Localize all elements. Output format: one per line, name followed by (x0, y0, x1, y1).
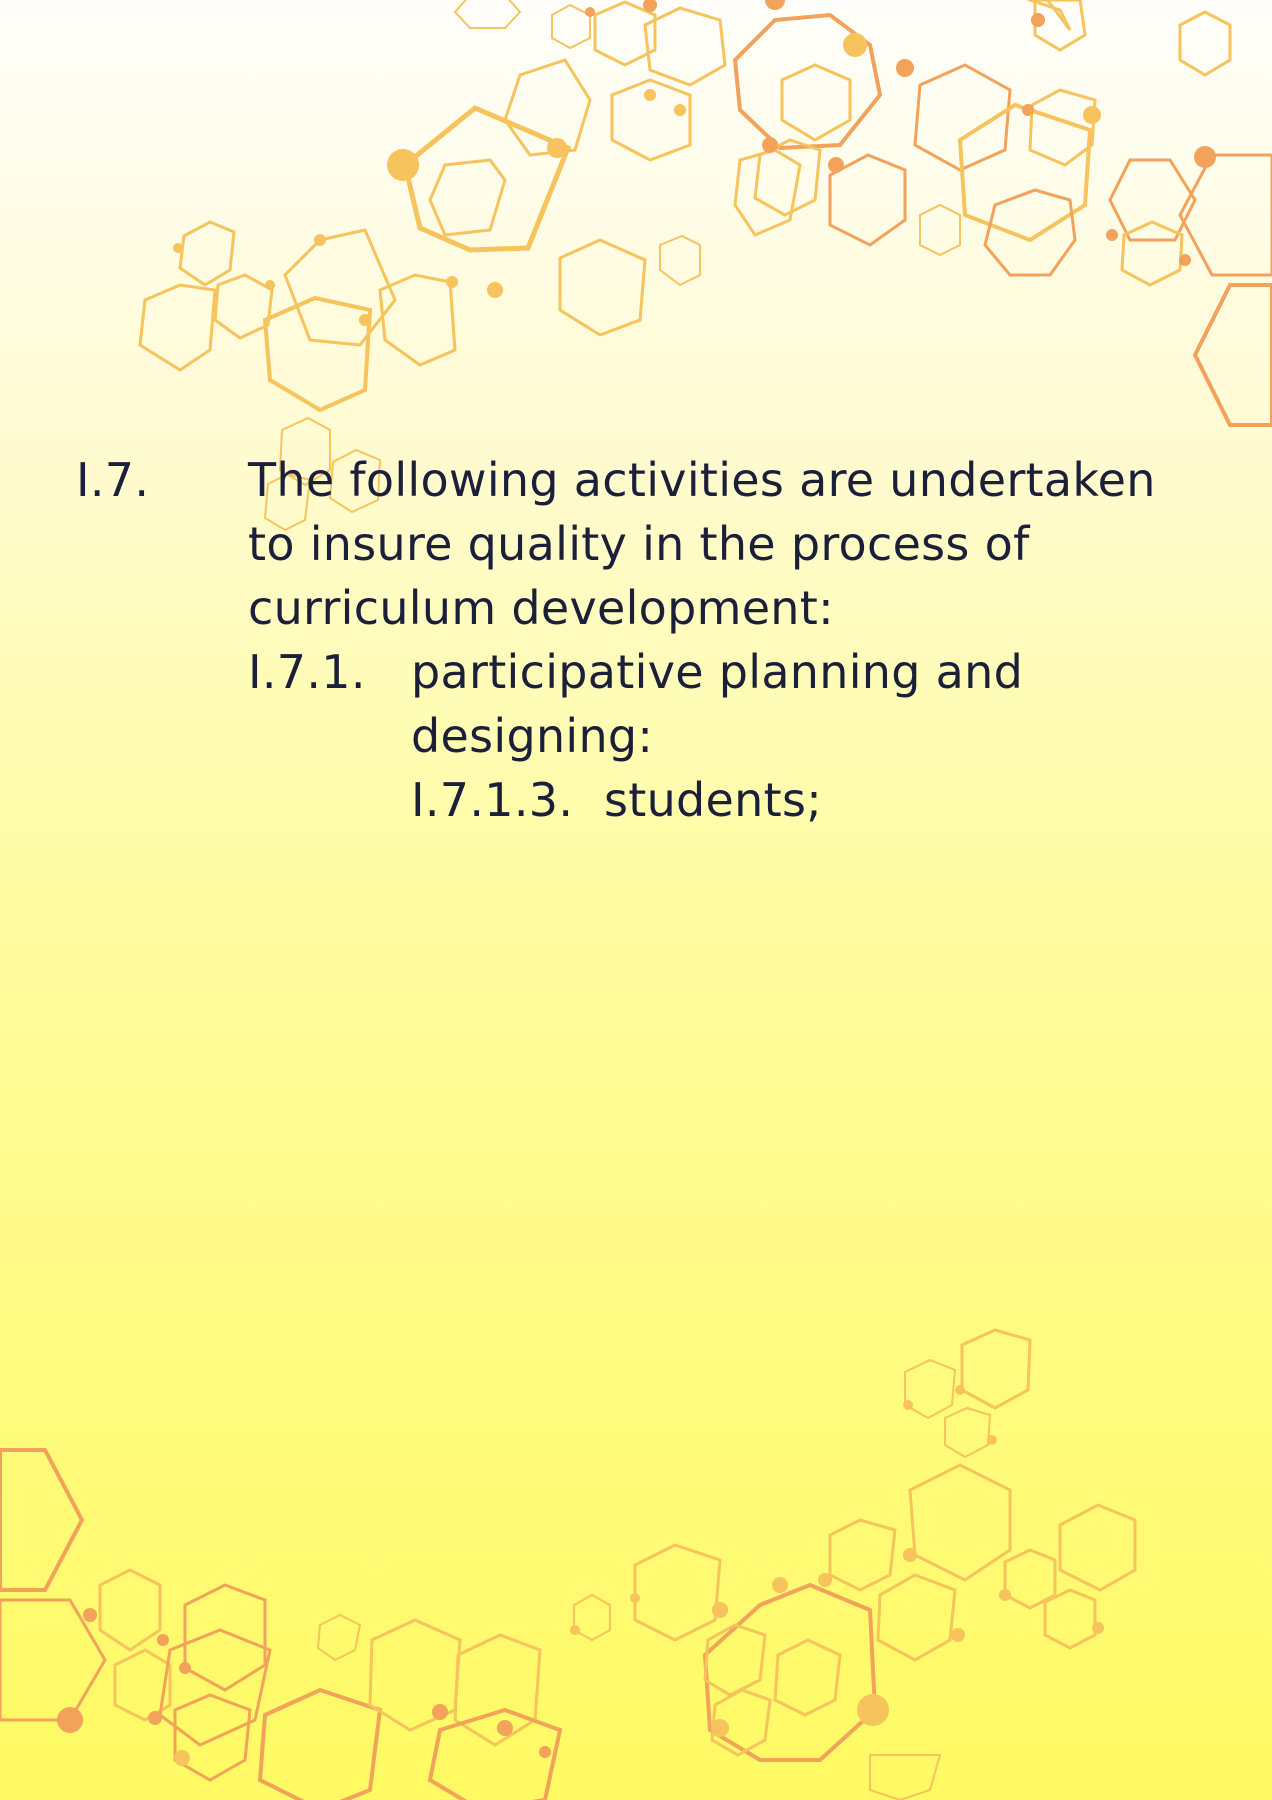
subsection-number: I.7.1. (248, 645, 366, 699)
section-text-line-2: to insure quality in the process of (248, 517, 1030, 571)
section-text-line-1: The following activities are undertaken (248, 453, 1156, 507)
item-text: students; (604, 773, 823, 827)
hexagon-background-decoration (0, 0, 1272, 1800)
section-text-line-3: curriculum development: (248, 581, 834, 635)
subsection-text-line-1: participative planning and (411, 645, 1024, 699)
item-number: I.7.1.3. (411, 773, 574, 827)
section-heading-row: I.7. The following activities are undert… (76, 448, 1206, 640)
document-page: I.7. The following activities are undert… (0, 0, 1272, 1800)
subsection-row: I.7.1. participative planning and design… (248, 640, 1148, 768)
list-item: I.7.1.3. students; (411, 768, 1011, 832)
subsection-text-line-2: designing: (411, 709, 654, 763)
bottom-hexagon-network-icon (0, 1328, 1137, 1800)
section-number: I.7. (76, 453, 150, 507)
